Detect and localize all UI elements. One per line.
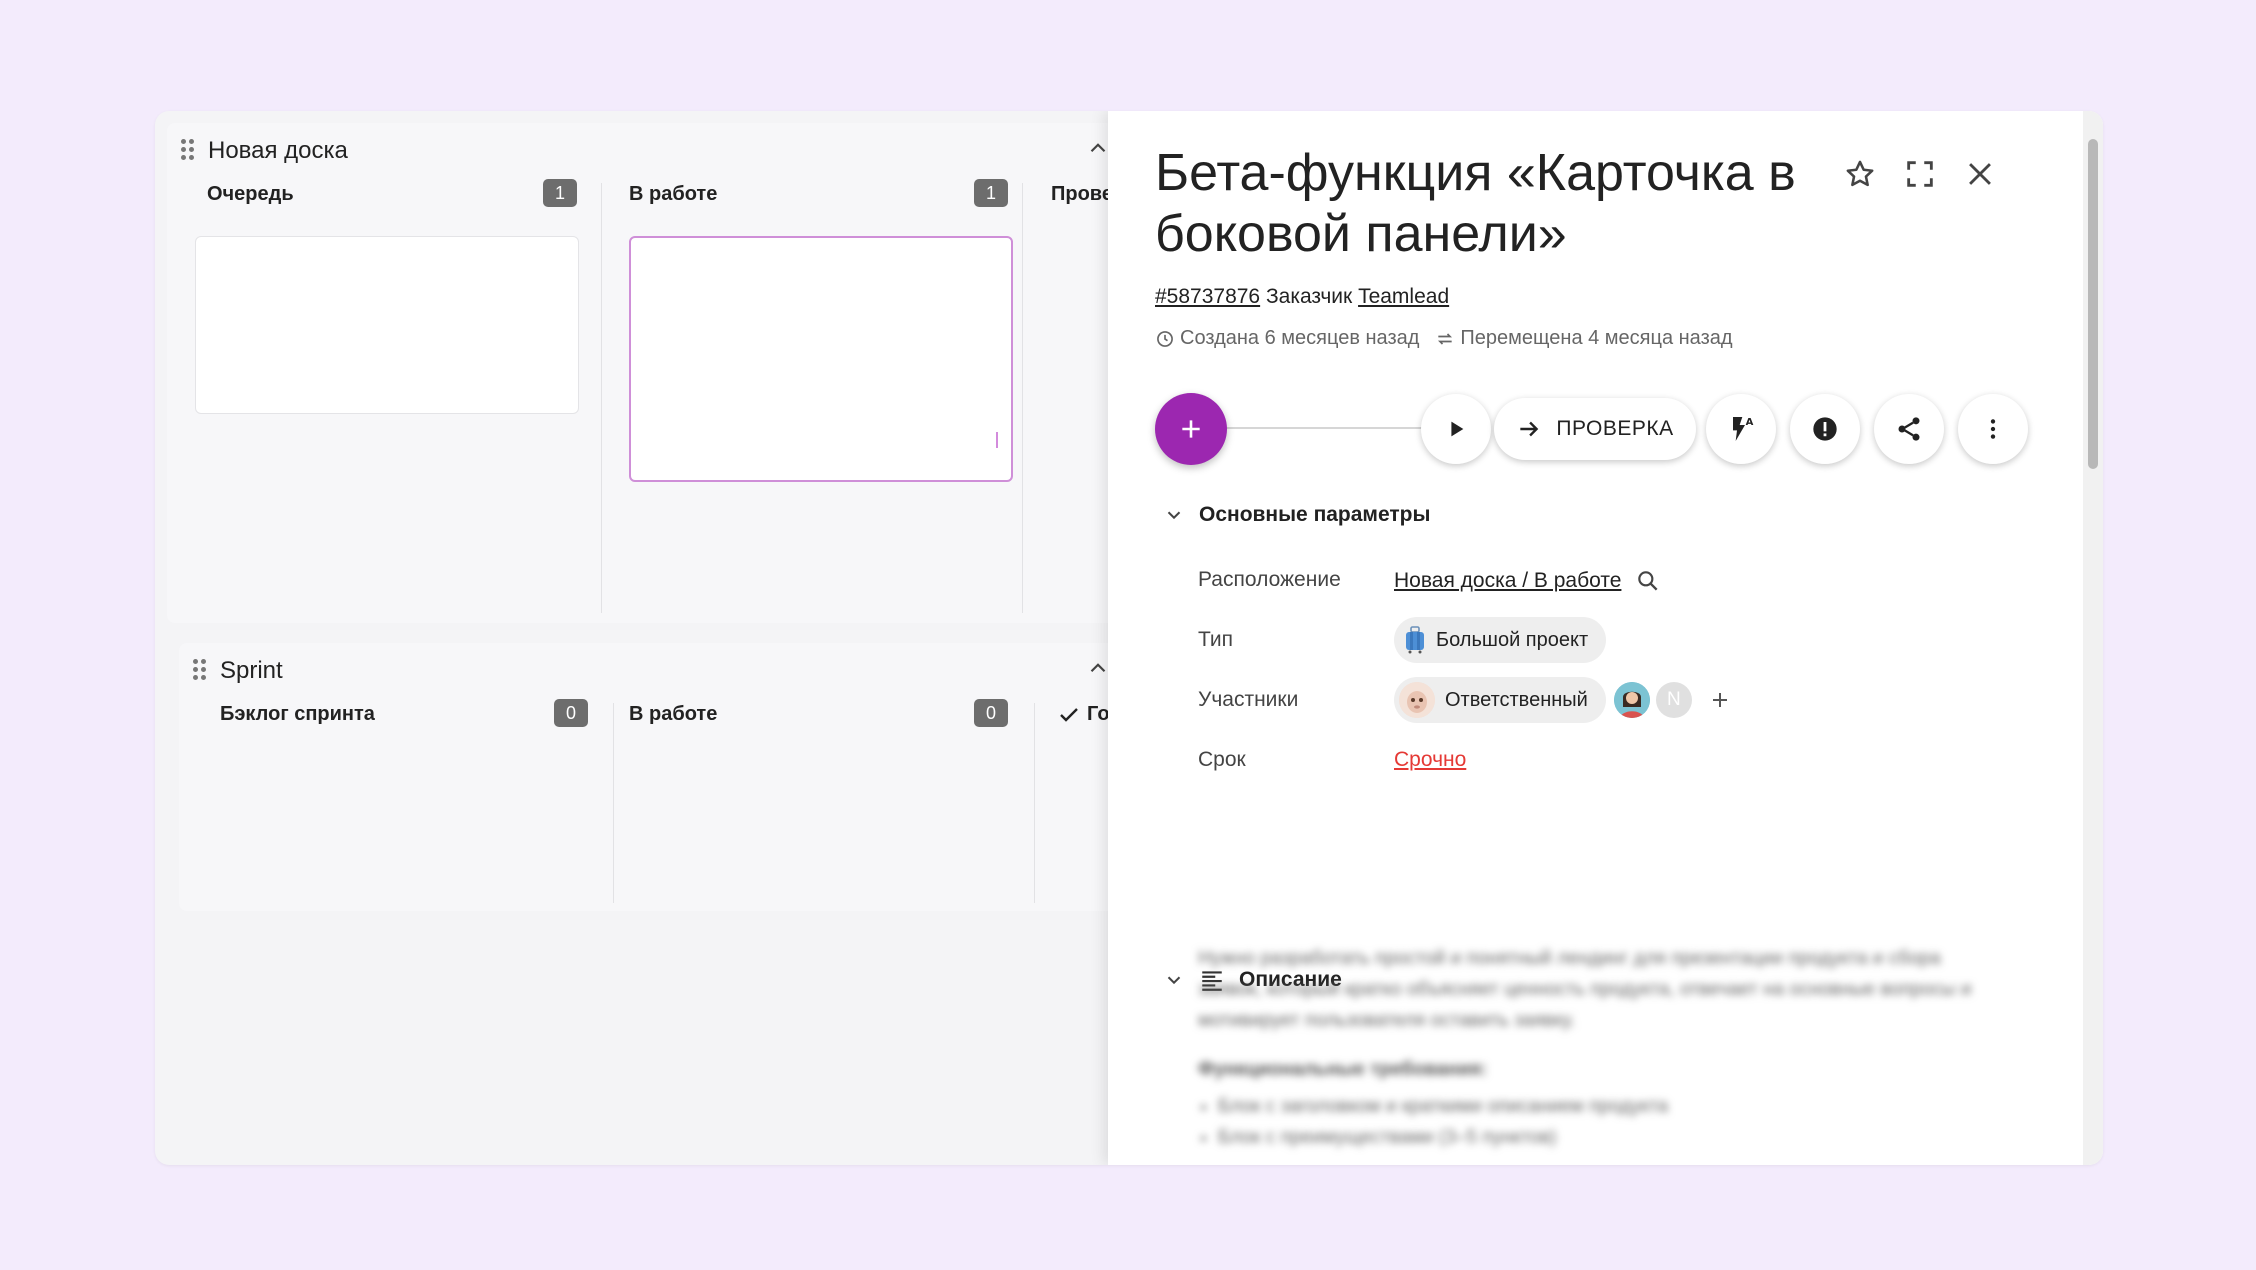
- drag-handle-icon[interactable]: [181, 139, 195, 161]
- avatar: [1399, 682, 1435, 718]
- list-item: Блок с преимуществами (3–5 пунктов): [1218, 1122, 1978, 1153]
- type-chip-label: Большой проект: [1436, 628, 1589, 651]
- flash-auto-icon: A: [1733, 417, 1754, 441]
- column-title: Го: [1087, 703, 1110, 725]
- search-icon[interactable]: [1635, 568, 1661, 594]
- column-count-badge: 1: [974, 179, 1008, 207]
- start-button[interactable]: [1421, 394, 1491, 464]
- responsible-label: Ответственный: [1445, 688, 1588, 711]
- column-divider: [613, 703, 614, 903]
- avatar[interactable]: [1613, 682, 1650, 718]
- drag-handle-icon[interactable]: [193, 659, 207, 681]
- board-new: Новая доска Очередь 1 В работе 1 Провер: [167, 123, 1177, 623]
- column-count-badge: 1: [543, 179, 577, 207]
- arrow-right-icon: [1520, 421, 1539, 437]
- created-text: Создана 6 месяцев назад: [1180, 327, 1420, 349]
- members-label: Участники: [1198, 688, 1299, 711]
- swap-icon: [1438, 332, 1453, 345]
- due-link[interactable]: Срочно: [1394, 748, 1466, 772]
- type-value: Большой проект: [1394, 617, 1607, 663]
- app-window: Новая доска Очередь 1 В работе 1 Провер …: [155, 111, 2103, 1165]
- card-meta: #58737876 Заказчик Teamlead: [1155, 285, 1449, 309]
- avatar-initial[interactable]: N: [1655, 682, 1692, 718]
- alert-icon: [1813, 417, 1837, 441]
- play-icon: [1451, 421, 1464, 437]
- list-item: Блок с заголовком и краткими описанием п…: [1218, 1091, 1978, 1122]
- description-subheading: Функциональные требования:: [1198, 1059, 1488, 1080]
- share-button[interactable]: [1874, 394, 1944, 464]
- moved-text: Перемещена 4 месяца назад: [1460, 327, 1733, 349]
- description-text[interactable]: Нужно разработать простой и понятный лен…: [1198, 943, 1978, 1153]
- scrollbar[interactable]: [2083, 111, 2103, 1165]
- blocker-button[interactable]: [1790, 394, 1860, 464]
- card-title[interactable]: Бета-функция «Карточка в боковой панели»: [1155, 143, 1835, 265]
- due-value: Срочно: [1394, 748, 1466, 772]
- customer-link[interactable]: Teamlead: [1358, 285, 1449, 308]
- board-title: Новая доска: [208, 137, 348, 164]
- main-params-header[interactable]: Основные параметры: [1163, 503, 1430, 527]
- column-divider: [1034, 703, 1035, 903]
- fullscreen-icon[interactable]: [1903, 157, 1937, 191]
- column-title: В работе: [629, 703, 718, 725]
- customer-label: Заказчик: [1265, 285, 1353, 308]
- automation-button[interactable]: A: [1706, 394, 1776, 464]
- column-title: Очередь: [207, 183, 294, 205]
- star-icon[interactable]: [1843, 157, 1877, 191]
- location-link[interactable]: Новая доска / В работе: [1394, 569, 1621, 593]
- action-line: [1208, 427, 1428, 429]
- task-card[interactable]: [195, 236, 579, 414]
- description-paragraph: Нужно разработать простой и понятный лен…: [1198, 948, 1972, 1031]
- resize-mark: [996, 432, 998, 448]
- add-button[interactable]: [1155, 393, 1227, 465]
- more-button[interactable]: [1958, 394, 2028, 464]
- check-icon: [1060, 708, 1078, 722]
- type-label: Тип: [1198, 628, 1234, 651]
- chevron-down-icon: [1167, 976, 1181, 985]
- more-vertical-icon: [1990, 419, 1996, 439]
- section-title: Основные параметры: [1199, 503, 1431, 526]
- suitcase-icon: [1406, 626, 1424, 654]
- location-value: Новая доска / В работе: [1394, 568, 1661, 594]
- card-history: Создана 6 месяцев назад Перемещена 4 мес…: [1155, 327, 1733, 350]
- board-title: Sprint: [220, 657, 283, 684]
- chevron-down-icon: [1167, 511, 1181, 520]
- column-divider: [601, 183, 602, 613]
- task-card-selected[interactable]: [629, 236, 1013, 482]
- card-id-link[interactable]: #58737876: [1155, 285, 1260, 308]
- column-count-badge: 0: [554, 699, 588, 727]
- due-label: Срок: [1198, 748, 1246, 771]
- column-count-badge: 0: [974, 699, 1008, 727]
- location-label: Расположение: [1198, 568, 1341, 591]
- plus-icon: [1182, 420, 1200, 438]
- responsible-chip[interactable]: Ответственный: [1394, 677, 1606, 723]
- move-to-next-stage-button[interactable]: ПРОВЕРКА: [1494, 398, 1696, 460]
- close-icon[interactable]: [1963, 157, 1997, 191]
- column-title: В работе: [629, 183, 718, 205]
- column-divider: [1022, 183, 1023, 613]
- share-icon: [1898, 417, 1920, 441]
- column-title: Бэклог спринта: [220, 703, 375, 725]
- add-member-icon[interactable]: [1708, 688, 1732, 712]
- card-side-panel: Бета-функция «Карточка в боковой панели»…: [1108, 111, 2103, 1165]
- clock-icon: [1157, 330, 1173, 347]
- svg-text:A: A: [1746, 417, 1754, 428]
- members-value: Ответственный N: [1394, 677, 1732, 723]
- board-sprint: Sprint Бэклог спринта 0 В работе 0 Го: [179, 643, 1177, 911]
- next-stage-label: ПРОВЕРКА: [1556, 417, 1674, 440]
- type-chip[interactable]: Большой проект: [1394, 617, 1607, 663]
